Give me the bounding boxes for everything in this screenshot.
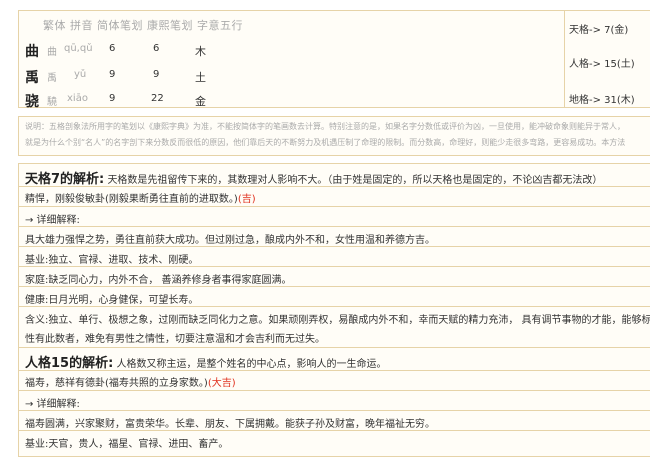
detail-line: 家庭:缺乏同心力，内外不合， 善涵养修身者事得家庭圆满。 bbox=[25, 275, 292, 286]
di-ge-value: 地格-> 31(木) bbox=[569, 95, 635, 106]
char-simplified: 骁 bbox=[25, 94, 39, 110]
ren-ge-value: 人格-> 15(土) bbox=[569, 59, 635, 70]
ren-ge-sub: 福寿，慈祥有德卦(福寿共照的立身家数。) bbox=[25, 378, 208, 389]
char-traditional: 驍 bbox=[47, 97, 57, 108]
char-pinyin: xiāo bbox=[67, 93, 88, 104]
detail-line: 含义:独立、单行、极想之象，过刚而缺乏同化力之意。如果顽刚弄权，易酿成内外不和，… bbox=[25, 315, 650, 326]
tian-ge-detail-label: → 详细解释: bbox=[25, 215, 80, 226]
detail-line: 基业:独立、官禄、进取、技术、刚硬。 bbox=[25, 255, 199, 266]
ren-ge-section: 人格15的解析: 人格数又称主运，是整个姓名的中心点，影响人的一生命运。 福寿，… bbox=[18, 347, 650, 457]
tian-ge-value: 天格-> 7(金) bbox=[569, 25, 629, 36]
char-table: 繁体 拼音 简体笔划 康熙笔划 字意五行 曲 曲 qū,qǔ 6 6 木 禹 禹… bbox=[18, 10, 650, 110]
detail-line: 健康:日月光明，心身健保，可望长寿。 bbox=[25, 295, 199, 306]
note-box: 说明：五格剖象法所用字的笔划以《康熙字典》为准，不能按简体字的笔画数去计算。特别… bbox=[18, 116, 650, 156]
note-line: 就是为什么个别“名人”的名字剖下来分数反而很低的原因，他们靠后天的不断努力及机遇… bbox=[25, 138, 626, 147]
tian-ge-summary: 精悍，刚毅俊敏卦(刚毅果断勇往直前的进取数。)(吉) bbox=[25, 190, 256, 205]
detail-line: 性有此数者，难免有男性之情性，切要注意温和才会吉利而无过失。 bbox=[25, 334, 325, 345]
tian-ge-heading: 天格7的解析: 天格数是先祖留传下来的，其数理对人影响不大。（由于姓是固定的，所… bbox=[25, 168, 602, 187]
detail-line: 基业:天官，贵人，福星、官禄、进田、畜产。 bbox=[25, 439, 229, 450]
detail-line: 福寿圆满，兴家聚财，富贵荣华。长辈、朋友、下属拥戴。能获子孙及财富，晚年福祉无穷… bbox=[25, 419, 435, 430]
tian-ge-section: 天格7的解析: 天格数是先祖留传下来的，其数理对人影响不大。（由于姓是固定的，所… bbox=[18, 163, 650, 359]
char-traditional: 禹 bbox=[47, 73, 57, 84]
ge-panel: 天格-> 7(金) 人格-> 15(土) 地格-> 31(木) bbox=[564, 11, 650, 107]
char-traditional: 曲 bbox=[47, 47, 57, 58]
table-header: 繁体 拼音 简体笔划 康熙笔划 字意五行 bbox=[43, 19, 243, 32]
char-simp-strokes: 6 bbox=[109, 43, 116, 54]
char-pinyin: qū,qǔ bbox=[64, 43, 93, 54]
char-kangxi-strokes: 9 bbox=[153, 69, 160, 80]
tian-ge-luck: (吉) bbox=[237, 194, 256, 205]
tian-ge-desc: 天格数是先祖留传下来的，其数理对人影响不大。（由于姓是固定的，所以天格也是固定的… bbox=[107, 175, 603, 186]
ren-ge-desc: 人格数又称主运，是整个姓名的中心点，影响人的一生命运。 bbox=[116, 359, 387, 370]
ren-ge-heading: 人格15的解析: 人格数又称主运，是整个姓名的中心点，影响人的一生命运。 bbox=[25, 352, 386, 371]
ren-ge-title: 人格15的解析: bbox=[25, 356, 114, 371]
char-simp-strokes: 9 bbox=[109, 93, 116, 104]
char-element: 土 bbox=[195, 71, 206, 84]
ren-ge-summary: 福寿，慈祥有德卦(福寿共照的立身家数。)(大吉) bbox=[25, 374, 236, 389]
detail-line: 具大雄力强悍之势，勇往直前获大成功。但过刚过急，酿成内外不和，女性用温和养德方吉… bbox=[25, 235, 435, 246]
char-element: 金 bbox=[195, 95, 206, 108]
ren-ge-detail-label: → 详细解释: bbox=[25, 399, 80, 410]
note-line: 说明：五格剖象法所用字的笔划以《康熙字典》为准，不能按简体字的笔画数去计算。特别… bbox=[25, 122, 625, 131]
tian-ge-sub: 精悍，刚毅俊敏卦(刚毅果断勇往直前的进取数。) bbox=[25, 194, 238, 205]
char-simplified: 曲 bbox=[25, 44, 39, 60]
char-element: 木 bbox=[195, 45, 206, 58]
char-kangxi-strokes: 6 bbox=[153, 43, 160, 54]
tian-ge-title: 天格7的解析: bbox=[25, 172, 105, 187]
char-kangxi-strokes: 22 bbox=[151, 93, 164, 104]
char-simplified: 禹 bbox=[25, 70, 39, 86]
ren-ge-luck: (大吉) bbox=[207, 378, 236, 389]
char-simp-strokes: 9 bbox=[109, 69, 116, 80]
char-pinyin: yǔ bbox=[74, 69, 87, 80]
